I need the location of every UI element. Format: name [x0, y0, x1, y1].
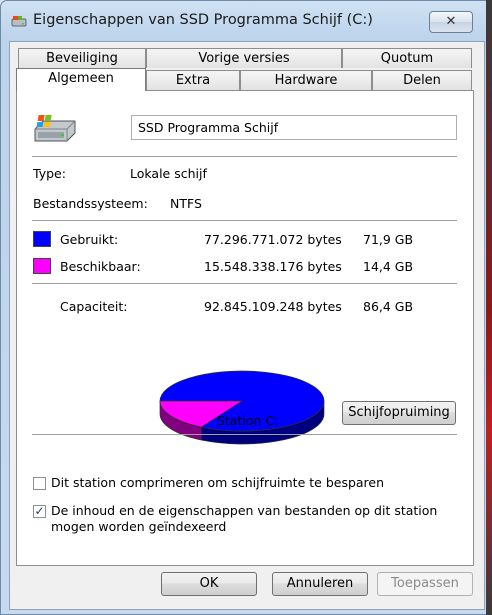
disk-cleanup-button[interactable]: Schijfopruiming: [342, 401, 456, 425]
tab-delen[interactable]: Delen: [372, 70, 472, 90]
free-bytes: 15.548.338.176 bytes: [204, 259, 342, 274]
used-gb: 71,9 GB: [363, 232, 414, 247]
tab-hardware[interactable]: Hardware: [240, 70, 372, 90]
divider: [32, 220, 457, 221]
free-label: Beschikbaar:: [60, 259, 141, 274]
tab-quotum[interactable]: Quotum: [342, 48, 472, 68]
index-checkbox[interactable]: ✓: [33, 505, 46, 518]
usage-pie-chart: [159, 370, 325, 445]
index-label-line1[interactable]: De inhoud en de eigenschappen van bestan…: [51, 503, 437, 518]
drive-icon: [34, 115, 76, 142]
capacity-label: Capaciteit:: [60, 299, 128, 314]
apply-button[interactable]: Toepassen: [377, 572, 473, 596]
window-title: Eigenschappen van SSD Programma Schijf (…: [33, 12, 373, 28]
capacity-bytes: 92.845.109.248 bytes: [204, 299, 342, 314]
general-panel: Type: Lokale schijf Bestandssysteem: NTF…: [16, 90, 474, 566]
free-gb: 14,4 GB: [363, 259, 414, 274]
divider: [32, 434, 457, 435]
used-color-swatch: [33, 231, 51, 247]
divider: [32, 156, 457, 157]
divider: [32, 283, 457, 284]
dialog-body: Beveiliging Vorige versies Quotum Algeme…: [9, 41, 485, 610]
properties-window: Eigenschappen van SSD Programma Schijf (…: [0, 0, 492, 615]
used-label: Gebruikt:: [60, 232, 119, 247]
ok-button[interactable]: OK: [161, 572, 257, 596]
drive-name-input[interactable]: [131, 115, 457, 140]
index-label-line2[interactable]: mogen worden geïndexeerd: [51, 519, 226, 534]
type-value: Lokale schijf: [130, 166, 207, 181]
used-bytes: 77.296.771.072 bytes: [204, 232, 342, 247]
filesystem-label: Bestandssysteem:: [33, 196, 148, 211]
free-color-swatch: [33, 258, 51, 274]
background-edge: [486, 0, 492, 615]
station-label: Station C:: [217, 413, 279, 428]
close-icon: ✕: [445, 14, 457, 29]
tab-beveiliging[interactable]: Beveiliging: [18, 48, 146, 68]
tab-algemeen[interactable]: Algemeen: [16, 68, 146, 91]
title-bar[interactable]: Eigenschappen van SSD Programma Schijf (…: [1, 1, 491, 41]
checkmark-icon: ✓: [34, 504, 45, 518]
tab-vorige-versies[interactable]: Vorige versies: [146, 48, 342, 68]
drive-icon: [11, 16, 27, 27]
capacity-gb: 86,4 GB: [363, 299, 414, 314]
compress-checkbox[interactable]: [33, 477, 46, 490]
cancel-button[interactable]: Annuleren: [272, 572, 368, 596]
tab-extra[interactable]: Extra: [146, 70, 240, 90]
compress-label[interactable]: Dit station comprimeren om schijfruimte …: [51, 475, 384, 490]
close-button[interactable]: ✕: [429, 11, 473, 33]
filesystem-value: NTFS: [170, 196, 202, 211]
type-label: Type:: [33, 166, 66, 181]
